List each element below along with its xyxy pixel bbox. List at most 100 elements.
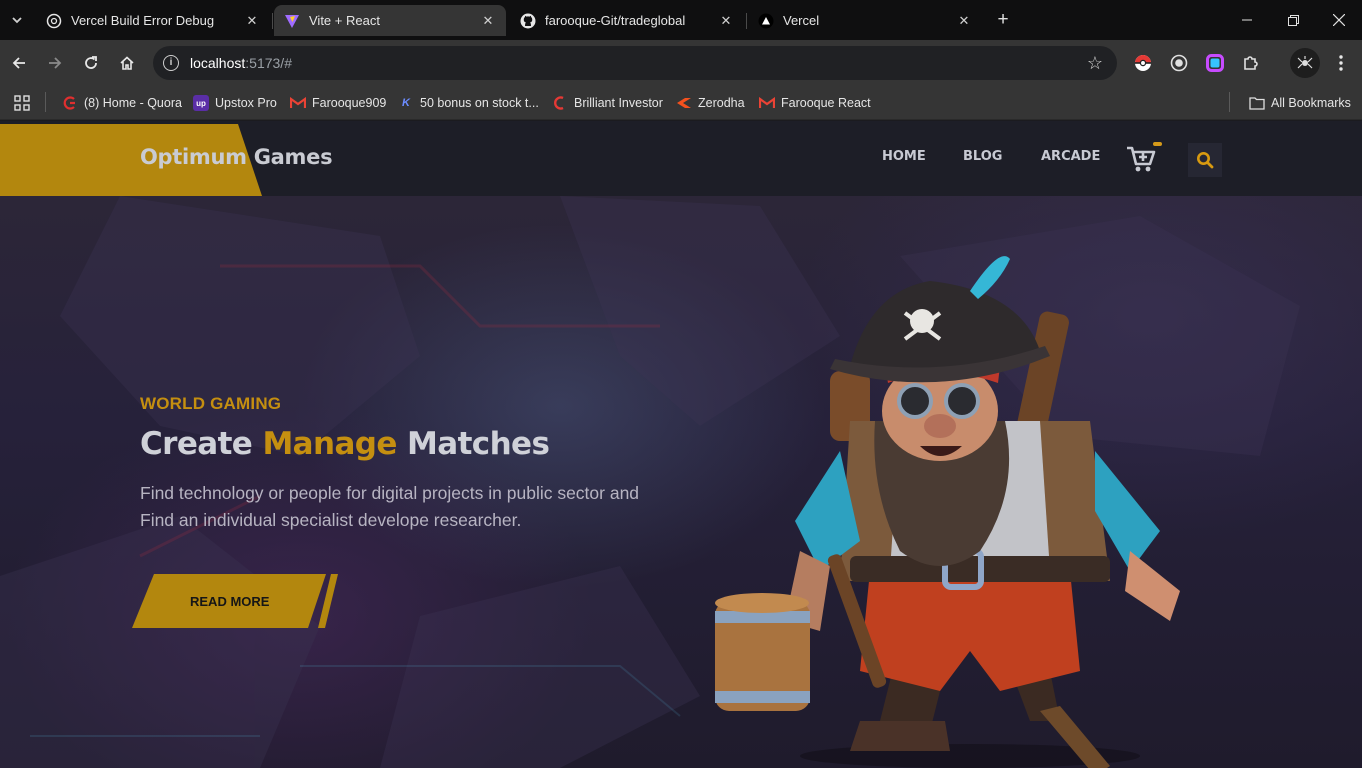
close-window-button[interactable] — [1316, 0, 1362, 40]
bookmark-label: Brilliant Investor — [574, 96, 663, 110]
url-host: localhost — [190, 55, 246, 71]
profile-avatar[interactable] — [1290, 48, 1320, 78]
new-tab-button[interactable]: + — [992, 9, 1014, 31]
bookmark-label: (8) Home - Quora — [84, 96, 182, 110]
bookmark-label: 50 bonus on stock t... — [420, 96, 539, 110]
read-more-button[interactable]: READ MORE — [132, 574, 338, 630]
close-icon[interactable]: ✕ — [244, 13, 260, 29]
site-info-icon[interactable]: i — [163, 55, 179, 71]
pokeball-extension-icon[interactable] — [1133, 53, 1153, 73]
reload-button[interactable] — [79, 51, 103, 75]
close-window-icon — [1333, 14, 1345, 26]
upstox-icon: up — [193, 95, 209, 111]
restore-button[interactable] — [1270, 0, 1316, 40]
address-url[interactable]: localhost:5173/# — [190, 55, 292, 71]
minimize-button[interactable] — [1224, 0, 1270, 40]
chevron-down-icon — [12, 17, 22, 24]
chatgpt-icon — [46, 13, 62, 29]
read-more-label: READ MORE — [190, 594, 270, 609]
browser-menu-button[interactable] — [1329, 51, 1353, 75]
close-icon[interactable]: ✕ — [480, 13, 496, 29]
restore-icon — [1287, 14, 1299, 26]
all-bookmarks-button[interactable]: All Bookmarks — [1249, 92, 1351, 114]
arrow-left-icon — [12, 57, 25, 69]
tab-divider — [272, 13, 273, 29]
url-path: :5173/# — [245, 55, 292, 71]
apps-grid-icon — [14, 95, 30, 111]
hero-section: WORLD GAMING Create Manage Matches Find … — [0, 196, 1362, 768]
bookmark-brilliant-investor[interactable]: Brilliant Investor — [552, 92, 663, 114]
all-bookmarks-label: All Bookmarks — [1271, 96, 1351, 110]
tab-title: Vercel Build Error Debug — [71, 13, 215, 28]
vercel-icon — [758, 13, 774, 29]
hero-headline: Create Manage Matches — [140, 426, 550, 462]
bookmark-farooque909[interactable]: Farooque909 — [290, 92, 386, 114]
spider-avatar-icon — [1297, 56, 1313, 69]
bookmarks-divider — [45, 92, 46, 112]
bookmark-quora[interactable]: (8) Home - Quora — [62, 92, 182, 114]
arrow-right-icon — [49, 57, 62, 69]
more-vertical-icon — [1339, 55, 1343, 71]
back-button[interactable] — [7, 51, 31, 75]
cart-plus-icon — [1127, 146, 1156, 172]
bookmark-label: Farooque React — [781, 96, 871, 110]
gmail-icon — [290, 95, 306, 111]
pirate-character-illustration — [715, 256, 1180, 768]
browser-toolbar: i localhost:5173/# ☆ — [0, 40, 1362, 86]
cart-button[interactable] — [1126, 145, 1156, 173]
site-logo[interactable]: Optimum Games — [140, 145, 333, 169]
hero-eyebrow: WORLD GAMING — [140, 394, 282, 413]
reload-icon — [85, 56, 97, 69]
quora-icon — [62, 95, 78, 111]
headline-part2: Matches — [407, 426, 550, 462]
bookmark-label: Zerodha — [698, 96, 745, 110]
github-icon — [520, 13, 536, 29]
site-search-button[interactable] — [1188, 143, 1222, 177]
tab-github-tradeglobal[interactable]: farooque-Git/tradeglobal ✕ — [510, 5, 744, 36]
site-header: Optimum Games HOME BLOG ARCADE — [0, 121, 1362, 196]
tab-title: Vercel — [783, 13, 820, 28]
brilliant-icon — [552, 95, 568, 111]
kite-icon: K — [402, 97, 410, 109]
tab-divider — [746, 13, 747, 29]
tab-title: Vite + React — [309, 13, 380, 28]
bookmark-label: Upstox Pro — [215, 96, 277, 110]
cart-badge — [1153, 142, 1162, 146]
zerodha-icon — [676, 95, 692, 111]
close-icon[interactable]: ✕ — [718, 13, 734, 29]
bookmark-upstox[interactable]: up Upstox Pro — [193, 92, 277, 114]
vite-icon — [284, 13, 300, 29]
tab-strip: Vercel Build Error Debug ✕ Vite + React … — [0, 0, 1362, 40]
gmail-icon — [759, 95, 775, 111]
hero-description: Find technology or people for digital pr… — [140, 483, 640, 530]
minimize-icon — [1242, 19, 1252, 21]
bookmarks-bar: (8) Home - Quora up Upstox Pro Farooque9… — [0, 86, 1362, 120]
nav-blog[interactable]: BLOG — [963, 149, 1002, 164]
bookmark-zerodha[interactable]: Zerodha — [676, 92, 745, 114]
apps-button[interactable] — [13, 92, 31, 114]
headline-highlight: Manage — [262, 426, 397, 462]
home-icon — [120, 56, 134, 70]
color-extension-icon[interactable] — [1205, 53, 1225, 73]
record-extension-icon[interactable] — [1169, 53, 1189, 73]
folder-icon — [1249, 95, 1265, 111]
tab-vercel-build-error[interactable]: Vercel Build Error Debug ✕ — [36, 5, 270, 36]
tab-search-dropdown[interactable] — [6, 8, 28, 32]
tab-vite-react[interactable]: Vite + React ✕ — [274, 5, 506, 36]
forward-button[interactable] — [43, 51, 67, 75]
close-icon[interactable]: ✕ — [956, 13, 972, 29]
tab-vercel[interactable]: Vercel ✕ — [748, 5, 982, 36]
tab-title: farooque-Git/tradeglobal — [545, 13, 686, 28]
bookmark-bonus-stock[interactable]: K 50 bonus on stock t... — [398, 92, 539, 114]
nav-home[interactable]: HOME — [882, 149, 926, 164]
home-button[interactable] — [115, 51, 139, 75]
headline-part1: Create — [140, 426, 253, 462]
bookmark-farooque-react[interactable]: Farooque React — [759, 92, 871, 114]
nav-arcade[interactable]: ARCADE — [1041, 149, 1100, 164]
bookmark-star-icon[interactable]: ☆ — [1087, 53, 1103, 74]
puzzle-extensions-icon[interactable] — [1241, 53, 1261, 73]
bookmark-label: Farooque909 — [312, 96, 387, 110]
web-page: Optimum Games HOME BLOG ARCADE WORLD GAM… — [0, 121, 1362, 768]
address-bar[interactable]: i localhost:5173/# ☆ — [153, 46, 1117, 80]
search-icon — [1197, 152, 1214, 169]
